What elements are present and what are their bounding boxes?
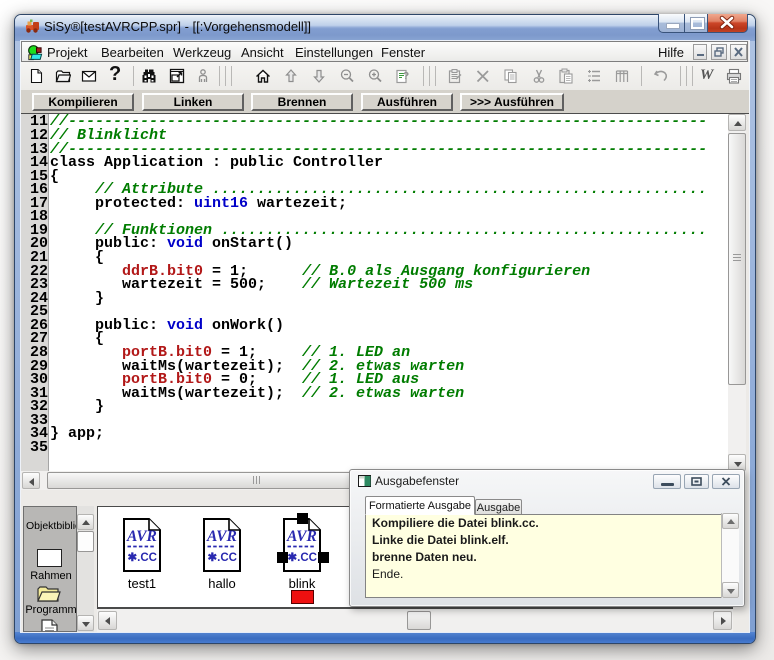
svg-text:?: ? xyxy=(403,71,409,82)
svg-text:✱.CC: ✱.CC xyxy=(208,552,237,564)
svg-text:AVR: AVR xyxy=(286,528,317,545)
svg-text:AVR: AVR xyxy=(206,528,237,545)
svg-text:AVR: AVR xyxy=(126,528,157,545)
svg-text:✱.CC: ✱.CC xyxy=(288,552,317,564)
svg-text:✱.CC: ✱.CC xyxy=(128,552,157,564)
